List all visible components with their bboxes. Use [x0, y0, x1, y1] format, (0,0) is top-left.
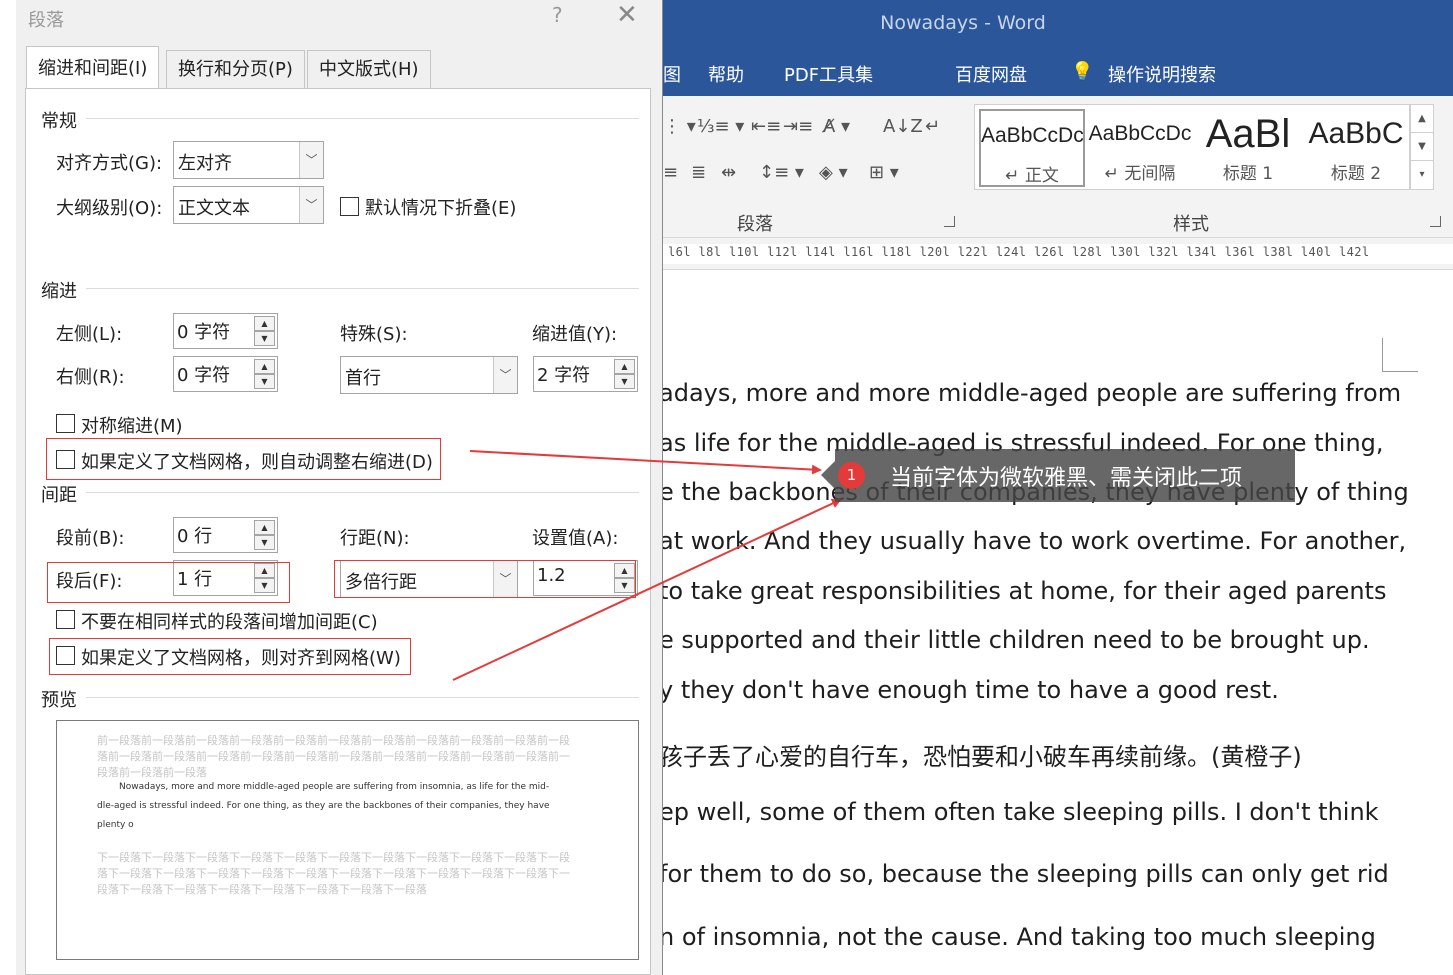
annotation-text: 当前字体为微软雅黑、需关闭此二项	[890, 466, 1243, 491]
arrow-line	[469, 450, 822, 475]
arrow-line	[452, 498, 842, 681]
annotation-callout: 1 当前字体为微软雅黑、需关闭此二项	[821, 449, 1295, 502]
annotation-number-badge: 1	[838, 462, 865, 489]
